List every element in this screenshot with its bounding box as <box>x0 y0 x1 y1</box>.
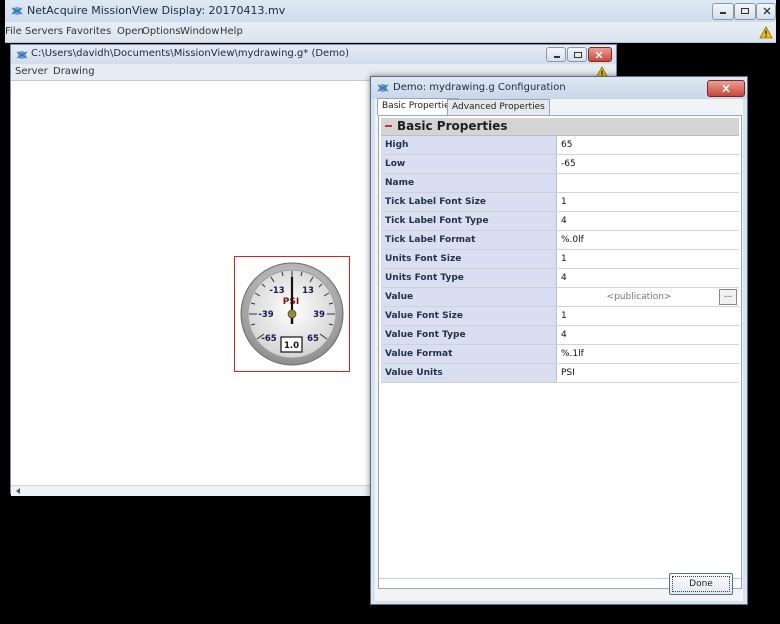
gauge-tick-label: -65 <box>261 334 276 344</box>
gauge-selection-frame[interactable]: -13 13 -39 39 -65 65 PSI 1.0 <box>234 256 350 372</box>
browse-publication-button[interactable]: ... <box>719 289 737 305</box>
property-value[interactable]: 1 <box>558 193 739 211</box>
dialog-title: Demo: mydrawing.g Configuration <box>393 82 566 93</box>
tab-advanced-properties[interactable]: Advanced Properties <box>447 99 550 115</box>
property-name: Value Units <box>381 364 557 382</box>
property-row[interactable]: High 65 <box>381 136 739 155</box>
dialog-title-bar[interactable]: Demo: mydrawing.g Configuration <box>371 77 747 99</box>
property-name: High <box>381 136 557 154</box>
property-value[interactable]: %.0lf <box>558 231 739 249</box>
property-name: Units Font Type <box>381 269 557 287</box>
property-value[interactable]: 1 <box>558 250 739 268</box>
property-value[interactable]: PSI <box>558 364 739 382</box>
property-row[interactable]: Name <box>381 174 739 193</box>
menu-favorites[interactable]: Favorites <box>66 26 111 37</box>
property-row[interactable]: Value Font Size 1 <box>381 307 739 326</box>
gauge-hub <box>287 309 297 319</box>
pressure-gauge[interactable]: -13 13 -39 39 -65 65 PSI 1.0 <box>235 257 349 371</box>
menu-help[interactable]: Help <box>220 26 243 37</box>
gauge-tick-label: -13 <box>269 286 284 296</box>
app-icon <box>11 7 23 15</box>
property-name: Value Font Size <box>381 307 557 325</box>
property-value[interactable]: 65 <box>558 136 739 154</box>
maximize-button[interactable] <box>734 3 756 20</box>
property-value[interactable]: <publication> <box>558 288 739 306</box>
section-header[interactable]: Basic Properties <box>381 118 739 136</box>
property-row[interactable]: Tick Label Font Size 1 <box>381 193 739 212</box>
property-value[interactable]: %.1lf <box>558 345 739 363</box>
warning-icon[interactable] <box>759 26 773 39</box>
close-button[interactable] <box>756 3 776 20</box>
property-value[interactable] <box>558 174 739 192</box>
done-button[interactable]: Done <box>669 573 733 595</box>
property-row[interactable]: Value Format %.1lf <box>381 345 739 364</box>
drawing-minimize-button[interactable] <box>546 47 566 62</box>
gauge-tick-label: 39 <box>313 310 325 320</box>
menu-server[interactable]: Server <box>15 66 48 77</box>
property-name: Tick Label Font Type <box>381 212 557 230</box>
dialog-close-button[interactable] <box>707 80 745 97</box>
property-value[interactable]: 4 <box>558 212 739 230</box>
scroll-left-icon[interactable] <box>14 487 22 495</box>
app-icon <box>16 51 28 59</box>
property-row[interactable]: Low -65 <box>381 155 739 174</box>
menu-options[interactable]: Options <box>142 26 181 37</box>
property-name: Tick Label Format <box>381 231 557 249</box>
property-value[interactable]: -65 <box>558 155 739 173</box>
properties-panel: Basic Properties High 65 Low -65 Name Tick… <box>378 115 742 589</box>
property-row[interactable]: Units Font Size 1 <box>381 250 739 269</box>
property-row[interactable]: Tick Label Font Type 4 <box>381 212 739 231</box>
minimize-icon <box>554 56 560 58</box>
property-row[interactable]: Value Units PSI <box>381 364 739 383</box>
property-row[interactable]: Value <publication>... <box>381 288 739 307</box>
gauge-value: 1.0 <box>284 341 299 351</box>
property-name: Value Format <box>381 345 557 363</box>
main-menu-bar: File Servers Favorites Open Options Wind… <box>5 22 776 43</box>
property-row[interactable]: Tick Label Format %.0lf <box>381 231 739 250</box>
property-name: Value <box>381 288 557 306</box>
drawing-title: C:\Users\davidh\Documents\MissionView\my… <box>31 48 349 59</box>
menu-open[interactable]: Open <box>117 26 144 37</box>
minimize-button[interactable] <box>712 3 734 20</box>
property-grid: Basic Properties High 65 Low -65 Name Tick… <box>381 118 739 418</box>
property-value[interactable]: 4 <box>558 269 739 287</box>
property-name: Units Font Size <box>381 250 557 268</box>
menu-drawing[interactable]: Drawing <box>53 66 95 77</box>
property-value[interactable]: 1 <box>558 307 739 325</box>
dialog-body: Basic Properties Advanced Properties Bas… <box>375 98 743 601</box>
maximize-icon <box>741 8 749 14</box>
minimize-icon <box>720 12 726 14</box>
main-title-bar[interactable]: NetAcquire MissionView Display: 20170413… <box>5 0 776 22</box>
property-name: Low <box>381 155 557 173</box>
close-icon <box>763 7 771 15</box>
gauge-tick-label: 13 <box>302 286 314 296</box>
close-icon <box>595 51 603 59</box>
section-title: Basic Properties <box>397 119 508 133</box>
app-icon <box>377 84 389 92</box>
drawing-maximize-button[interactable] <box>567 47 587 62</box>
gauge-tick-label: 65 <box>307 334 319 344</box>
menu-file[interactable]: File <box>5 26 22 37</box>
property-row[interactable]: Units Font Type 4 <box>381 269 739 288</box>
menu-servers[interactable]: Servers <box>25 26 63 37</box>
property-name: Tick Label Font Size <box>381 193 557 211</box>
menu-window[interactable]: Window <box>180 26 219 37</box>
drawing-close-button[interactable] <box>588 47 612 62</box>
collapse-icon[interactable] <box>385 125 392 127</box>
gauge-tick-label: -39 <box>258 310 273 320</box>
configuration-dialog: Demo: mydrawing.g Configuration Basic Pr… <box>370 76 748 605</box>
drawing-title-bar[interactable]: C:\Users\davidh\Documents\MissionView\my… <box>11 45 616 64</box>
property-value[interactable]: 4 <box>558 326 739 344</box>
property-name: Value Font Type <box>381 326 557 344</box>
property-name: Name <box>381 174 557 192</box>
main-title: NetAcquire MissionView Display: 20170413… <box>27 4 286 17</box>
property-row[interactable]: Value Font Type 4 <box>381 326 739 345</box>
close-icon <box>722 84 730 93</box>
maximize-icon <box>574 52 582 58</box>
